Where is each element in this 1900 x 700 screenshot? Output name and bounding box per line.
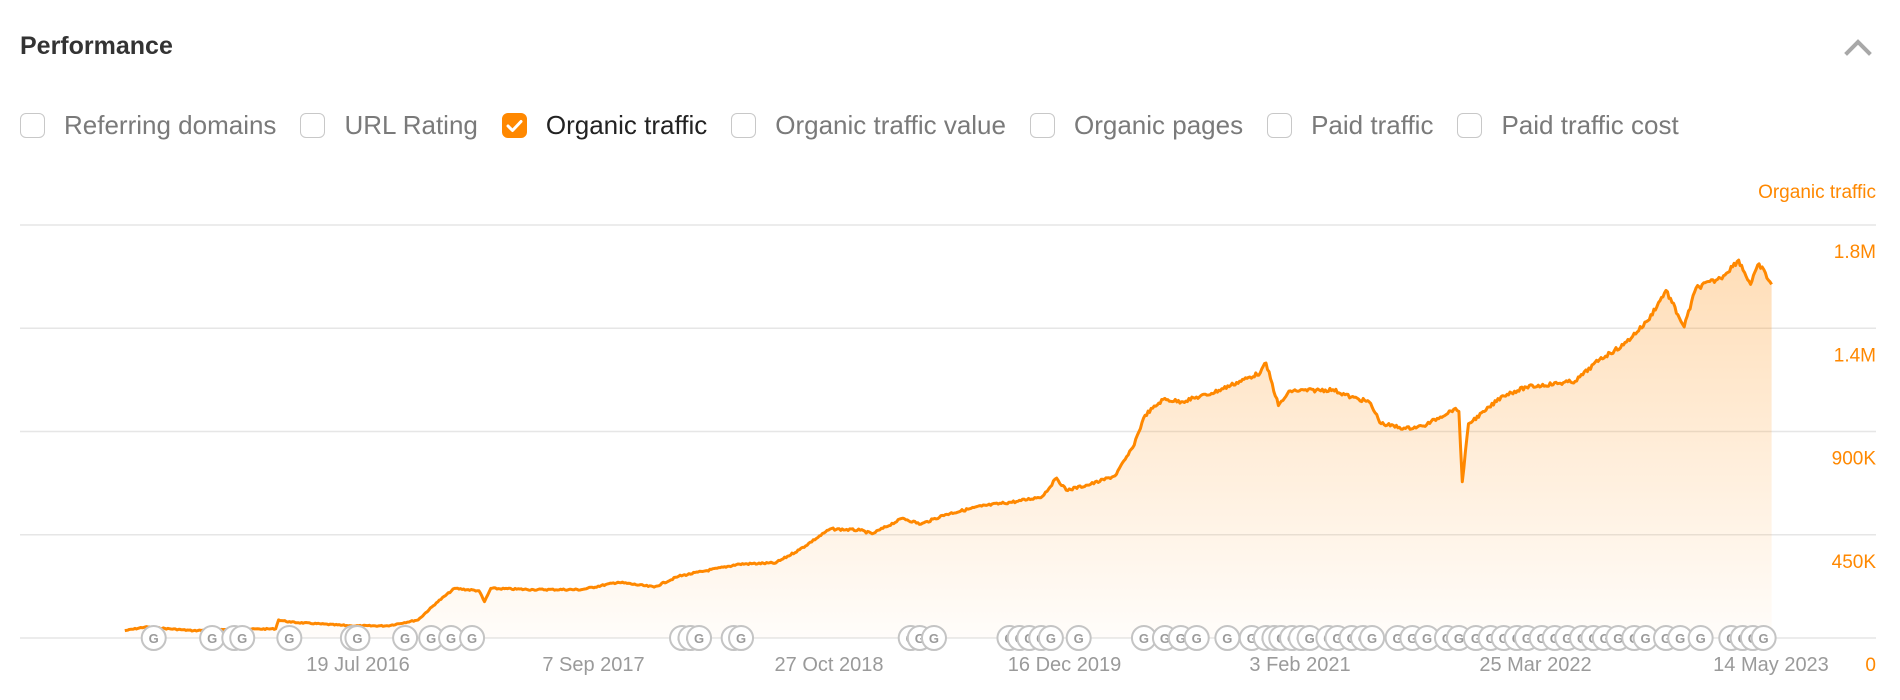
x-tick-label: 27 Oct 2018: [775, 654, 884, 676]
x-tick-label: 3 Feb 2021: [1249, 654, 1350, 676]
svg-text:G: G: [1759, 631, 1769, 646]
x-tick-label: 7 Sep 2017: [542, 654, 644, 676]
svg-text:G: G: [207, 631, 217, 646]
google-g-icon[interactable]: G: [920, 625, 947, 651]
google-g-icon[interactable]: G: [1065, 625, 1092, 651]
svg-text:G: G: [1074, 631, 1084, 646]
google-g-icon[interactable]: G: [1214, 625, 1241, 651]
svg-text:G: G: [237, 631, 247, 646]
svg-text:G: G: [1641, 631, 1651, 646]
google-g-icon[interactable]: G: [1687, 625, 1714, 651]
y-tick-label: 1.4M: [1834, 345, 1876, 366]
google-g-icon[interactable]: G: [1359, 625, 1386, 651]
y-axis: 1.8M 1.4M 900K 450K 0: [1832, 242, 1877, 676]
svg-text:G: G: [736, 631, 746, 646]
svg-text:G: G: [284, 631, 294, 646]
x-tick-label: 14 May 2023: [1713, 654, 1829, 676]
y-tick-label: 1.8M: [1834, 242, 1876, 263]
x-tick-label: 16 Dec 2019: [1008, 654, 1121, 676]
svg-text:G: G: [1305, 631, 1315, 646]
svg-text:G: G: [1192, 631, 1202, 646]
svg-text:G: G: [1422, 631, 1432, 646]
series-area: [124, 260, 1772, 638]
svg-text:G: G: [1222, 631, 1232, 646]
x-tick-label: 19 Jul 2016: [306, 654, 409, 676]
google-g-icon[interactable]: G: [1183, 625, 1210, 651]
google-g-icon[interactable]: G: [229, 625, 256, 651]
svg-text:G: G: [1046, 631, 1056, 646]
svg-text:G: G: [694, 631, 704, 646]
svg-text:G: G: [352, 631, 362, 646]
svg-text:G: G: [1675, 631, 1685, 646]
svg-text:G: G: [1454, 631, 1464, 646]
google-g-icon[interactable]: G: [276, 625, 303, 651]
google-g-icon[interactable]: G: [728, 625, 755, 651]
svg-text:G: G: [400, 631, 410, 646]
y-tick-label: 900K: [1832, 449, 1877, 470]
x-axis: 19 Jul 2016 7 Sep 2017 27 Oct 2018 16 Dec 2…: [306, 654, 1829, 676]
x-tick-label: 25 Mar 2022: [1479, 654, 1591, 676]
google-g-icon[interactable]: G: [459, 625, 486, 651]
svg-text:G: G: [1367, 631, 1377, 646]
google-g-icon[interactable]: G: [1750, 625, 1777, 651]
google-g-icon[interactable]: G: [140, 625, 167, 651]
svg-text:G: G: [426, 631, 436, 646]
svg-text:G: G: [1139, 631, 1149, 646]
svg-text:G: G: [929, 631, 939, 646]
svg-text:G: G: [446, 631, 456, 646]
organic-traffic-chart[interactable]: 1.8M 1.4M 900K 450K 0 19 Jul 2016 7 Sep 2017 2…: [0, 0, 1900, 700]
y-tick-label: 0: [1865, 655, 1876, 676]
svg-text:G: G: [149, 631, 159, 646]
svg-text:G: G: [467, 631, 477, 646]
google-g-icon[interactable]: G: [1037, 625, 1064, 651]
svg-text:G: G: [1696, 631, 1706, 646]
y-tick-label: 450K: [1832, 552, 1877, 573]
google-g-icon[interactable]: G: [686, 625, 713, 651]
google-g-icon[interactable]: G: [199, 625, 226, 651]
google-g-icon[interactable]: G: [344, 625, 371, 651]
google-g-icon[interactable]: G: [392, 625, 419, 651]
